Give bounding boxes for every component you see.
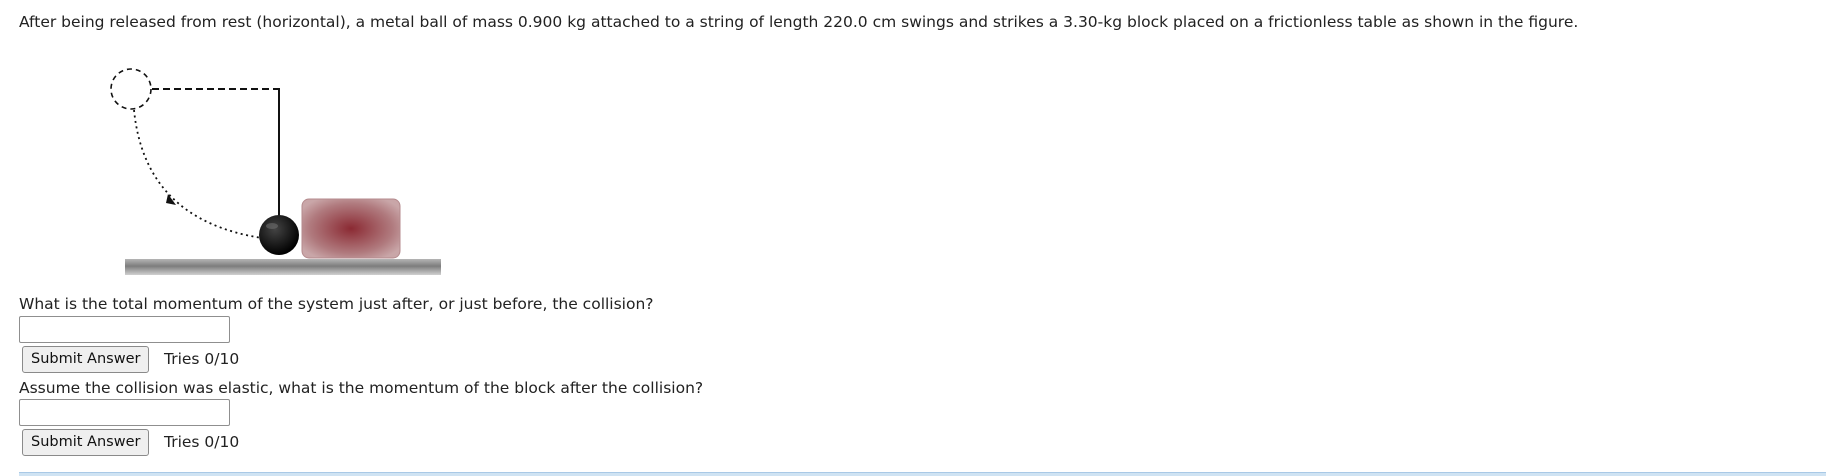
initial-ball-outline	[110, 68, 152, 110]
question-1-prompt: What is the total momentum of the system…	[19, 295, 654, 313]
question-2-submit-button[interactable]: Submit Answer	[22, 429, 150, 456]
question-1-submit-button[interactable]: Submit Answer	[22, 346, 150, 373]
metal-ball	[259, 215, 299, 255]
question-2-answer-input[interactable]	[19, 399, 230, 426]
next-section-border	[19, 472, 1826, 476]
frictionless-table	[125, 259, 441, 275]
ball-highlight	[266, 223, 278, 229]
swing-path-dotted	[133, 109, 263, 239]
block	[301, 198, 401, 259]
question-2-tries: Tries 0/10	[164, 433, 240, 451]
question-1-answer-input[interactable]	[19, 316, 230, 343]
pendulum-figure	[110, 68, 441, 275]
question-1-tries: Tries 0/10	[164, 350, 240, 368]
question-2-prompt: Assume the collision was elastic, what i…	[19, 379, 704, 397]
